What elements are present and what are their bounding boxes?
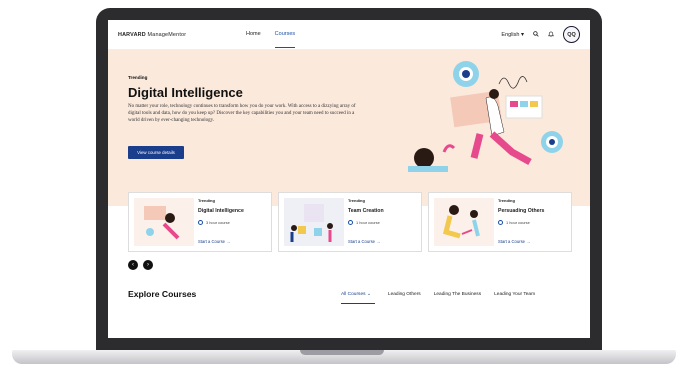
course-duration-text: 1 hour course [506, 220, 530, 225]
prev-button[interactable]: ‹ [128, 260, 138, 270]
explore-title: Explore Courses [128, 289, 197, 299]
search-icon[interactable] [533, 30, 539, 39]
start-course-link[interactable]: Start a Course → [498, 239, 530, 244]
nav-courses[interactable]: Courses [274, 21, 296, 48]
course-duration-text: 1 hour course [356, 220, 380, 225]
course-card[interactable]: Trending Team Creation 1 hour course Sta… [278, 192, 422, 252]
clock-icon [348, 220, 353, 225]
logo-text: ManageMentor [145, 31, 187, 38]
bell-icon[interactable] [547, 31, 555, 39]
course-duration: 1 hour course [498, 220, 566, 225]
tab-leading-your-team[interactable]: Leading Your Team [494, 292, 535, 304]
next-button[interactable]: › [143, 260, 153, 270]
nav-right: English ▾ QQ [501, 26, 580, 43]
course-info: Trending Persuading Others 1 hour course… [498, 198, 566, 246]
start-course-link[interactable]: Start a Course → [348, 239, 380, 244]
view-course-button[interactable]: View course details [128, 146, 184, 159]
screen: HARVARD ManageMentor Home Courses Englis… [108, 20, 590, 338]
nav-home[interactable]: Home [246, 21, 261, 48]
avatar[interactable]: QQ [563, 26, 580, 43]
chevron-down-icon: ▾ [520, 31, 524, 38]
course-thumbnail [434, 198, 494, 246]
start-course-link[interactable]: Start a Course → [198, 239, 230, 244]
course-tag: Trending [348, 198, 365, 203]
laptop-mockup: HARVARD ManageMentor Home Courses Englis… [0, 0, 683, 370]
course-thumbnail [284, 198, 344, 246]
laptop-notch [300, 350, 384, 355]
hero-title: Digital Intelligence [128, 85, 243, 100]
hero-eyebrow: Trending [128, 75, 148, 80]
course-duration: 1 hour course [348, 220, 416, 225]
course-title: Digital Intelligence [198, 208, 244, 214]
logo[interactable]: HARVARD ManageMentor [118, 32, 246, 38]
course-cards: Trending Digital Intelligence 3 hour cou… [128, 192, 572, 252]
course-title: Team Creation [348, 208, 384, 214]
hero-description: No matter your role, technology continue… [128, 104, 356, 124]
explore-tabs: All Courses ⌄ Leading Others Leading The… [341, 292, 535, 304]
chevron-down-icon: ⌄ [366, 292, 371, 297]
hero-banner: Trending Digital Intelligence No matter … [108, 50, 590, 206]
logo-bold: HARVARD [118, 31, 146, 38]
carousel-pager: ‹ › [128, 260, 153, 270]
course-card[interactable]: Trending Persuading Others 1 hour course… [428, 192, 572, 252]
tab-leading-others[interactable]: Leading Others [388, 292, 421, 304]
course-card[interactable]: Trending Digital Intelligence 3 hour cou… [128, 192, 272, 252]
clock-icon [498, 220, 503, 225]
hero-illustration [408, 61, 563, 172]
course-thumbnail [134, 198, 194, 246]
course-duration-text: 3 hour course [206, 220, 230, 225]
course-tag: Trending [498, 198, 515, 203]
clock-icon [198, 220, 203, 225]
language-select[interactable]: English ▾ [501, 32, 524, 38]
nav-links: Home Courses [246, 21, 501, 48]
top-nav: HARVARD ManageMentor Home Courses Englis… [108, 20, 590, 50]
course-tag: Trending [198, 198, 215, 203]
tab-all-courses-label: All Courses [341, 292, 366, 297]
course-info: Trending Team Creation 1 hour course Sta… [348, 198, 416, 246]
course-title: Persuading Others [498, 208, 545, 214]
course-duration: 3 hour course [198, 220, 266, 225]
tab-leading-the-business[interactable]: Leading The Business [434, 292, 481, 304]
tab-all-courses[interactable]: All Courses ⌄ [341, 292, 375, 304]
course-info: Trending Digital Intelligence 3 hour cou… [198, 198, 266, 246]
language-label: English [501, 31, 520, 38]
